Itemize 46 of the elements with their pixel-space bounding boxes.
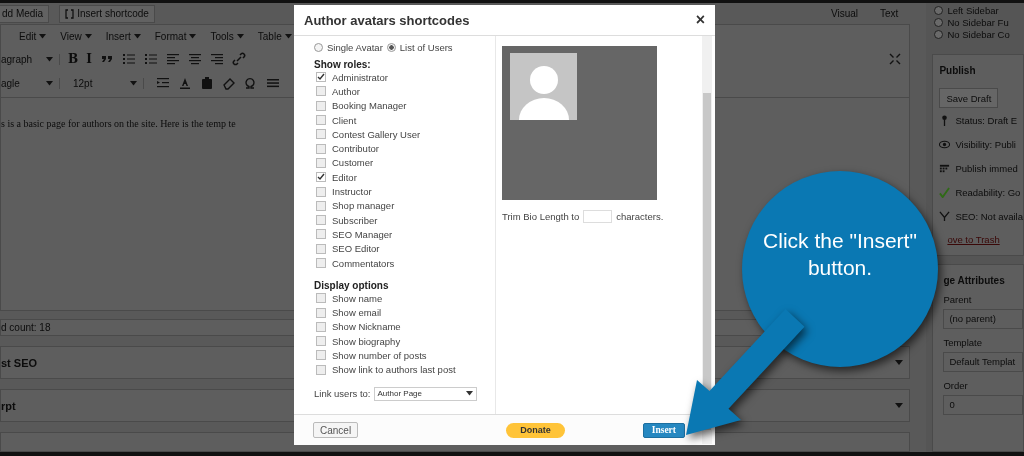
link-users-label: Link users to: <box>314 388 371 400</box>
checkbox-label: Show Nickname <box>332 321 401 333</box>
field-label: Parent <box>943 294 973 305</box>
publish-info: Publish immed <box>955 162 1018 174</box>
publish-info: Status: Draft E <box>955 114 1018 126</box>
checkbox-label: Show name <box>332 292 383 304</box>
checkbox-label: Shop manager <box>332 200 395 212</box>
word-count: d count: 18 <box>1 321 51 333</box>
checkbox-label: Show email <box>332 307 382 319</box>
radio-label: List of Users <box>399 41 453 53</box>
field-label: Order <box>943 380 969 391</box>
section-heading: Show roles: <box>314 59 372 70</box>
trim-suffix: characters. <box>616 211 664 222</box>
publish-title: Publish <box>939 65 977 76</box>
metabox-title: rpt <box>1 399 16 412</box>
checkbox-label: Booking Manager <box>332 100 407 112</box>
checkbox-label: SEO Editor <box>332 243 380 255</box>
checkbox-label: Instructor <box>332 186 372 197</box>
checkbox-label: Show biography <box>332 335 401 347</box>
page-attributes-title: ge Attributes <box>943 275 1006 286</box>
page-content-text: s is a basic page for authors on the site. Here is the temp te <box>1 118 236 130</box>
metabox-title: st SEO <box>1 356 38 369</box>
template-option: Left Sidebar <box>947 4 999 16</box>
template-option: No Sidebar Co <box>947 28 1010 40</box>
checkbox-label: Contributor <box>332 143 379 155</box>
checkbox-label: Author <box>332 85 360 97</box>
checkbox-label: Administrator <box>332 71 388 83</box>
checkbox-label: Show number of posts <box>332 350 427 361</box>
publish-info: Visibility: Publi <box>955 138 1016 150</box>
checkbox-label: Editor <box>332 171 357 183</box>
callout-text: Click the "Insert" button. <box>762 227 918 281</box>
checkbox-label: Customer <box>332 157 374 169</box>
dialog-title: Author avatars shortcodes <box>304 12 470 28</box>
template-option: No Sidebar Fu <box>947 16 1009 28</box>
publish-info: SEO: Not availa <box>955 210 1023 222</box>
section-heading: Display options <box>314 280 390 292</box>
field-label: Template <box>943 337 983 348</box>
checkbox-label: Client <box>332 114 357 126</box>
checkbox-label: Show link to authors last post <box>332 364 456 376</box>
checkbox-label: Contest Gallery User <box>332 128 421 140</box>
trim-label: Trim Bio Length to <box>502 211 580 222</box>
checkbox-label: Subscriber <box>332 214 378 226</box>
checkbox-label: SEO Manager <box>332 228 393 240</box>
radio-label: Single Avatar <box>327 41 383 53</box>
checkbox-label: Commentators <box>332 257 395 269</box>
publish-info: Readability: Go <box>955 186 1021 198</box>
